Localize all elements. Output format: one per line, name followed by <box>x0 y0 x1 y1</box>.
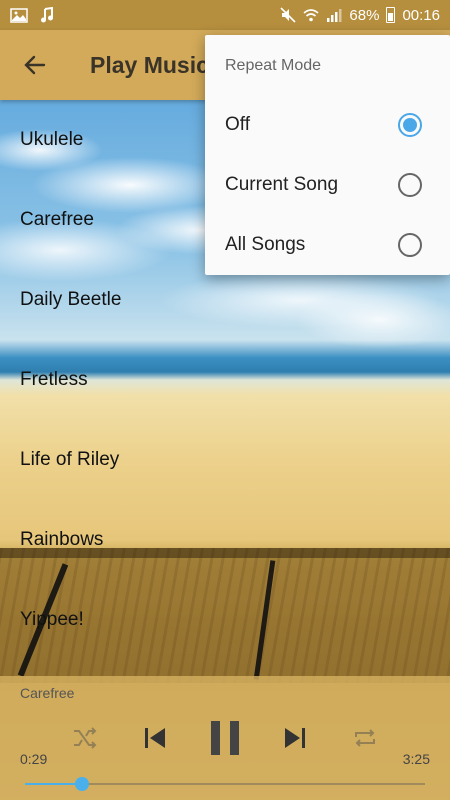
repeat-button[interactable] <box>343 716 387 760</box>
shuffle-button[interactable] <box>63 716 107 760</box>
radio-button[interactable] <box>398 233 422 257</box>
player-bar: Carefree 0:29 3:25 <box>0 676 450 800</box>
music-note-icon <box>40 7 54 23</box>
repeat-option-off[interactable]: Off <box>205 95 450 155</box>
menu-title: Repeat Mode <box>225 57 322 74</box>
clock: 00:16 <box>402 6 440 24</box>
repeat-option-all-songs[interactable]: All Songs <box>205 215 450 275</box>
shuffle-icon <box>74 727 97 749</box>
song-title: Life of Riley <box>20 449 120 470</box>
battery-icon <box>386 7 396 23</box>
option-label: All Songs <box>225 234 306 255</box>
mute-icon <box>280 7 296 23</box>
next-icon <box>285 728 305 748</box>
previous-button[interactable] <box>133 716 177 760</box>
previous-icon <box>145 728 165 748</box>
battery-percent: 68% <box>349 6 380 24</box>
list-item[interactable]: Fretless <box>0 340 450 420</box>
radio-button[interactable] <box>398 173 422 197</box>
elapsed-time: 0:29 <box>20 751 48 767</box>
pause-icon <box>211 721 239 755</box>
seek-bar-thumb[interactable] <box>74 777 89 791</box>
seek-bar-fill <box>25 783 82 785</box>
next-button[interactable] <box>273 716 317 760</box>
wifi-icon <box>303 8 319 22</box>
status-bar: 68% 00:16 <box>0 0 450 30</box>
pause-button[interactable] <box>203 716 247 760</box>
arrow-left-icon <box>24 55 46 75</box>
list-item[interactable]: Yippee! <box>0 580 450 660</box>
repeat-mode-menu: Repeat Mode Off Current Song All Songs <box>205 35 450 275</box>
repeat-icon <box>355 729 375 747</box>
song-title: Rainbows <box>20 529 104 550</box>
total-time: 3:25 <box>402 751 430 767</box>
song-title: Yippee! <box>20 609 84 630</box>
signal-icon <box>326 8 342 22</box>
now-playing-title: Carefree <box>20 685 75 701</box>
list-item[interactable]: Rainbows <box>0 500 450 580</box>
radio-button[interactable] <box>398 113 422 137</box>
page-title: Play Music <box>90 51 209 78</box>
repeat-option-current-song[interactable]: Current Song <box>205 155 450 215</box>
back-button[interactable] <box>0 30 70 100</box>
option-label: Off <box>225 114 250 135</box>
option-label: Current Song <box>225 174 339 195</box>
list-item[interactable]: Life of Riley <box>0 420 450 500</box>
gallery-icon <box>10 7 28 23</box>
song-title: Carefree <box>20 209 94 230</box>
seek-bar[interactable] <box>25 777 425 791</box>
song-title: Ukulele <box>20 129 84 150</box>
song-title: Daily Beetle <box>20 289 122 310</box>
song-title: Fretless <box>20 369 88 390</box>
